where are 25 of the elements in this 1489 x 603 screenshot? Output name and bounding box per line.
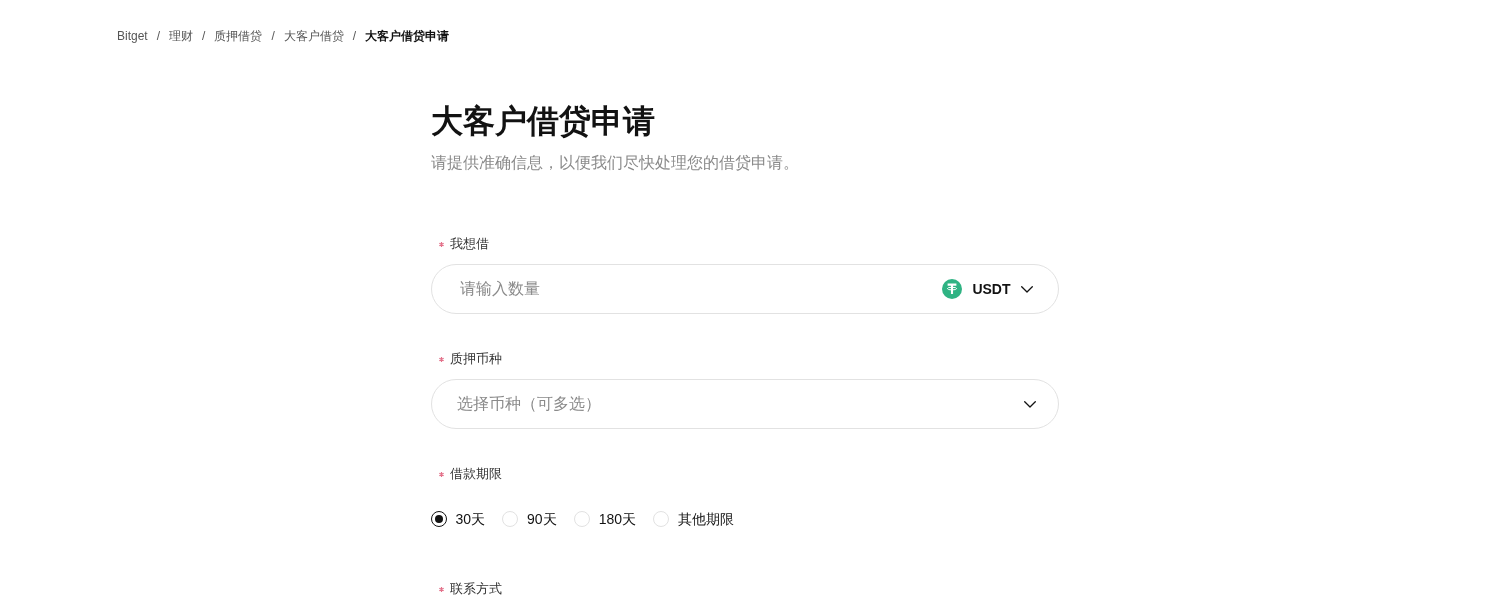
breadcrumb-link[interactable]: Bitget: [117, 27, 148, 45]
page-title: 大客户借贷申请: [430, 102, 655, 141]
radio-label[interactable]: 30天: [455, 509, 486, 529]
radio-label[interactable]: 90天: [527, 509, 557, 529]
coin-select-field[interactable]: 选择币种（可多选）: [430, 379, 1059, 429]
breadcrumb-separator: /: [271, 28, 275, 45]
breadcrumb-link[interactable]: 理财: [169, 27, 194, 45]
chevron-down-icon: [1020, 285, 1033, 293]
radio-label[interactable]: 180天: [598, 509, 636, 529]
breadcrumb-current: 大客户借贷申请: [365, 28, 450, 45]
radio-label[interactable]: 其他期限: [678, 509, 734, 529]
field-label: 联系方式: [449, 580, 502, 598]
breadcrumb-separator: /: [352, 28, 357, 45]
breadcrumb-link[interactable]: 大客户借贷: [283, 27, 344, 45]
breadcrumb-separator: /: [202, 28, 206, 45]
field-label: 我想借: [449, 235, 489, 253]
chevron-down-icon: [1023, 400, 1036, 408]
breadcrumb-separator: /: [156, 28, 161, 45]
currency-select[interactable]: USDT: [942, 277, 1033, 301]
coin-icon: [942, 279, 963, 299]
breadcrumb-link[interactable]: 质押借贷: [214, 27, 263, 45]
field-label: 质押币种: [449, 350, 502, 368]
page-subtitle: 请提供准确信息，以便我们尽快处理您的借贷申请。: [430, 153, 799, 173]
field-label: 借款期限: [449, 465, 502, 483]
amount-input-field[interactable]: 请输入数量 USDT: [430, 264, 1059, 314]
